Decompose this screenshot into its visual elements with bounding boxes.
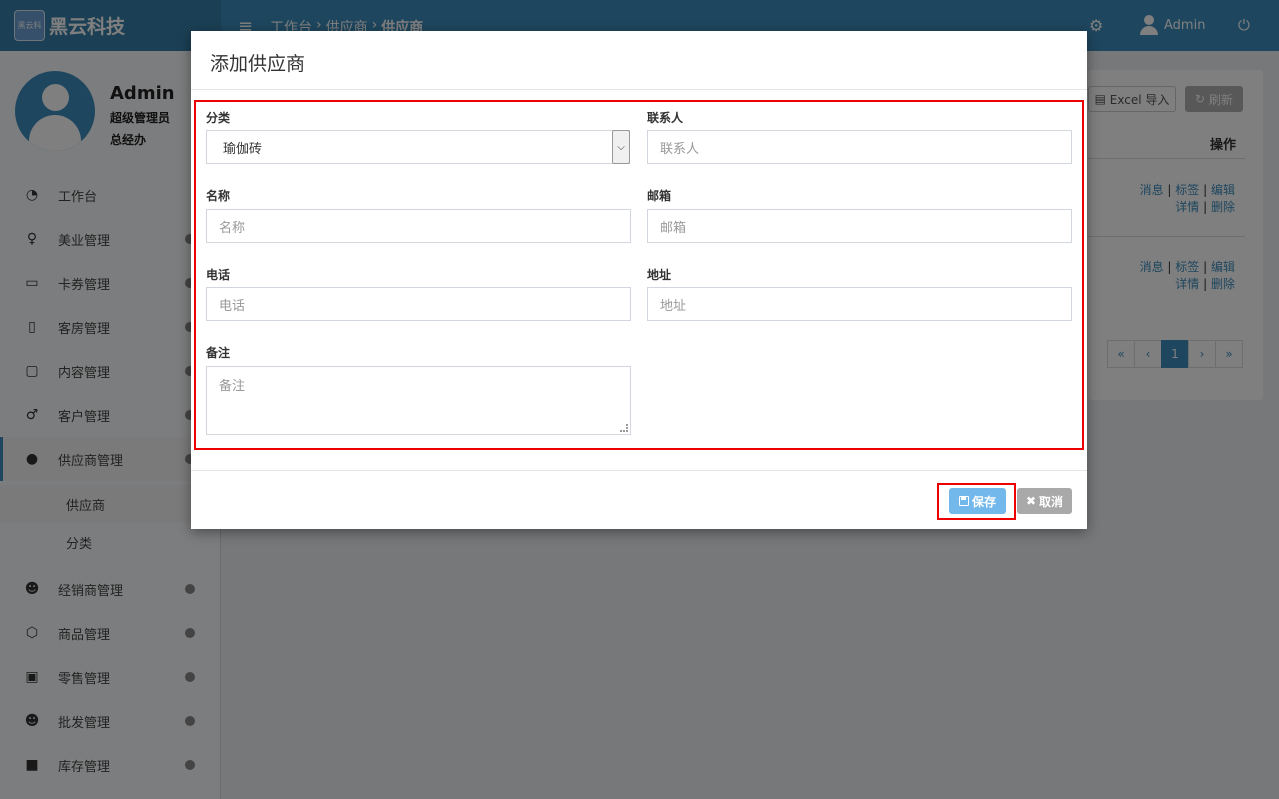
address-input[interactable]: 地址 [647,287,1072,321]
close-icon: ✖ [1025,494,1037,508]
phone-input[interactable]: 电话 [206,287,631,321]
resize-handle-icon[interactable] [620,424,628,432]
contact-input[interactable]: 联系人 [647,130,1072,164]
remark-textarea[interactable]: 备注 [206,366,631,435]
remark-placeholder: 备注 [219,379,246,394]
save-label: 保存 [971,494,996,509]
name-input[interactable]: 名称 [206,209,631,243]
email-label: 邮箱 [647,189,672,203]
save-button[interactable]: 保存 [949,488,1006,514]
remark-label: 备注 [206,346,231,360]
chevron-down-icon[interactable]: ⌵ [612,130,630,164]
modal-title: 添加供应商 [191,31,1087,90]
modal-footer: 保存 ✖ 取消 [191,470,1087,529]
phone-label: 电话 [206,268,231,282]
save-icon [958,496,969,506]
category-selected-value: 瑜伽砖 [223,141,263,157]
add-supplier-modal: 添加供应商 分类 瑜伽砖 ⌵ 联系人 联系人 名称 名称 邮箱 邮箱 电话 电话… [191,31,1087,529]
email-input[interactable]: 邮箱 [647,209,1072,243]
address-label: 地址 [647,268,672,282]
category-select[interactable]: 瑜伽砖 ⌵ [206,130,630,164]
name-label: 名称 [206,189,231,203]
cancel-button[interactable]: ✖ 取消 [1017,488,1072,514]
cancel-label: 取消 [1039,494,1064,509]
category-label: 分类 [206,111,231,125]
contact-label: 联系人 [647,111,684,125]
